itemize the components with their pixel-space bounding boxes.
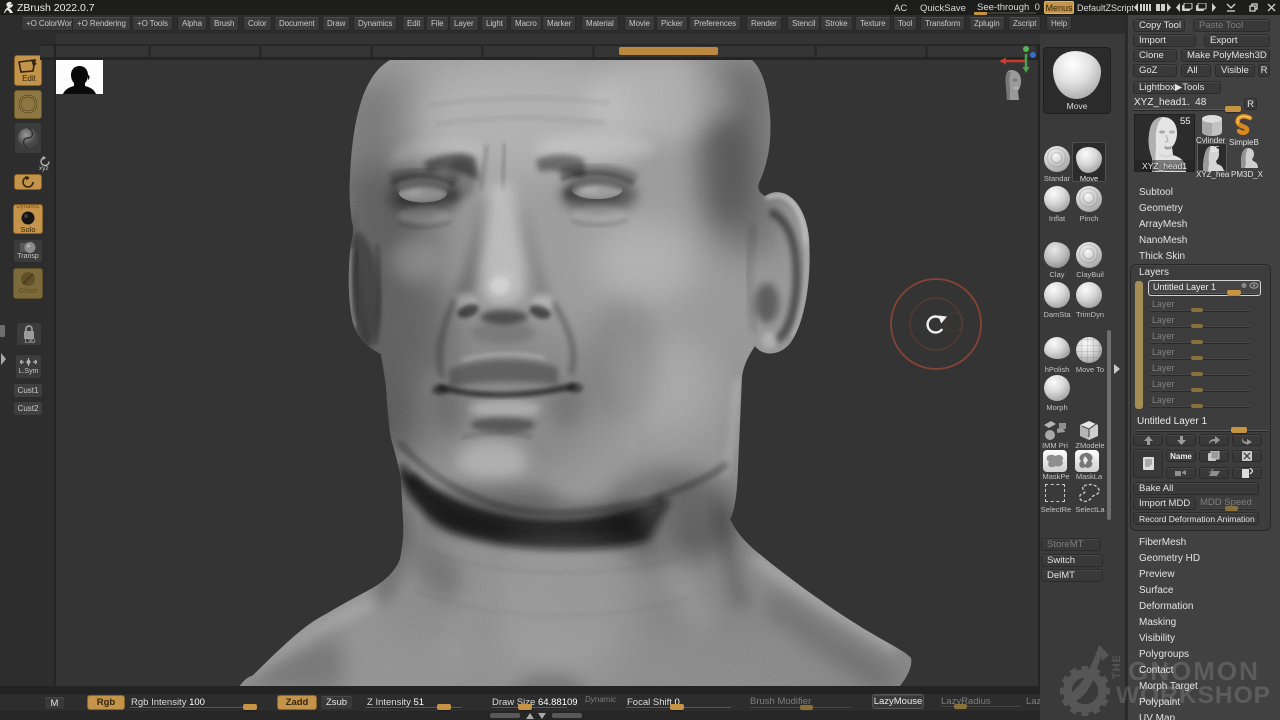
svg-text:THE: THE: [1111, 654, 1123, 679]
svg-text:WORKSHOP: WORKSHOP: [1116, 682, 1271, 709]
